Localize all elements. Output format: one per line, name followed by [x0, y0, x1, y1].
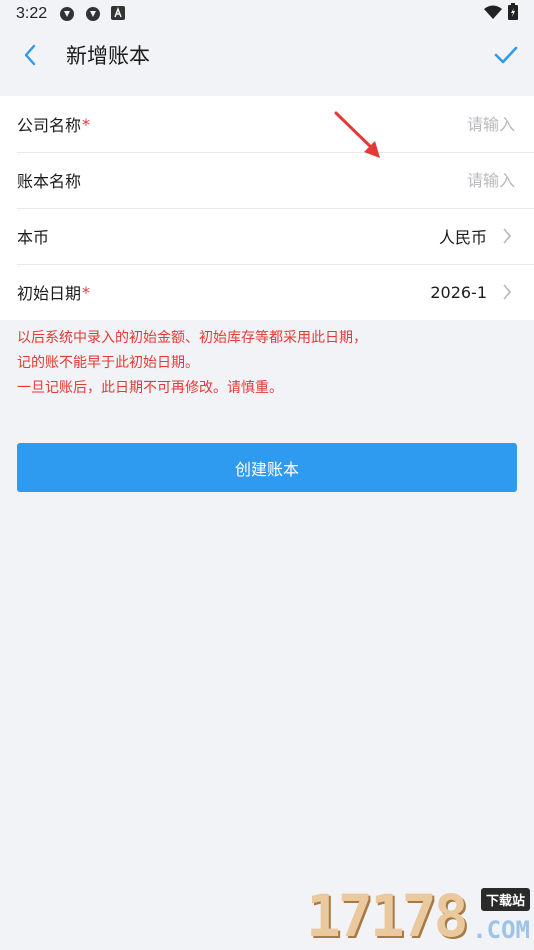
nav-bar: 新增账本 [0, 27, 534, 83]
watermark-logo: 17178 下载站 .COM [306, 880, 534, 950]
required-mark: * [82, 282, 91, 302]
chevron-left-icon [24, 44, 36, 66]
sync-icon [85, 6, 101, 22]
start-date-row[interactable]: 初始日期 * 2026-1 [0, 264, 534, 320]
notice-line: 以后系统中录入的初始金额、初始库存等都采用此日期， [17, 330, 367, 346]
wifi-icon [484, 5, 502, 23]
check-icon [494, 46, 518, 64]
currency-label: 本币 [17, 228, 50, 247]
confirm-button[interactable] [478, 27, 534, 83]
notice-line: 一旦记账后，此日期不可再修改。请慎重。 [17, 380, 283, 396]
required-mark: * [82, 114, 91, 134]
font-icon [111, 5, 127, 22]
annotation-arrow-icon [334, 111, 380, 158]
chevron-right-icon [497, 226, 517, 246]
status-right [484, 3, 518, 24]
chevron-right-icon [497, 282, 517, 302]
currency-value: 人民币 [438, 228, 487, 247]
form-list: 公司名称 * 账本名称 本币 人民币 初始日期 * 2026-1 [0, 96, 534, 320]
battery-icon [508, 3, 518, 24]
company-name-row: 公司名称 * [0, 96, 534, 152]
watermark-number: 17178 [306, 882, 469, 950]
book-name-label: 账本名称 [17, 172, 82, 191]
watermark-badge: 下载站 [480, 888, 530, 911]
create-book-button[interactable]: 创建账本 [17, 443, 517, 492]
back-button[interactable] [0, 27, 60, 83]
company-name-label: 公司名称 [17, 116, 82, 135]
page-title: 新增账本 [66, 44, 150, 68]
sync-icon [59, 6, 75, 22]
watermark-domain: .COM [472, 916, 530, 944]
status-time: 3:22 [16, 4, 48, 22]
notice-line: 记的账不能早于此初始日期。 [17, 355, 199, 371]
status-bar: 3:22 [0, 0, 534, 27]
start-date-label: 初始日期 [17, 284, 82, 303]
currency-row[interactable]: 本币 人民币 [0, 208, 534, 264]
book-name-row: 账本名称 [0, 152, 534, 208]
date-notice: 以后系统中录入的初始金额、初始库存等都采用此日期， 记的账不能早于此初始日期。 … [17, 326, 517, 401]
start-date-value: 2026-1 [430, 282, 487, 302]
book-name-input[interactable] [317, 169, 517, 191]
